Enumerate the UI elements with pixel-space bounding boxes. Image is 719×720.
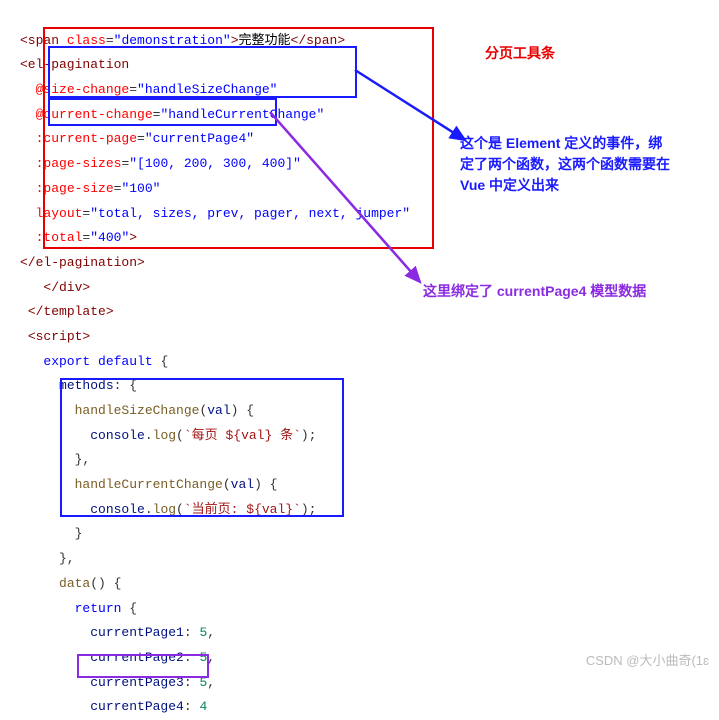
- code-token: @current-change: [36, 107, 153, 122]
- code-token: methods: [59, 378, 114, 393]
- code-token: 完整功能: [239, 33, 291, 48]
- code-token: `当前页: ${val}`: [184, 502, 301, 517]
- code-token: 5: [199, 675, 207, 690]
- code-token: currentPage4: [90, 699, 184, 714]
- code-token: </el-pagination>: [20, 255, 145, 270]
- code-token: export: [43, 354, 90, 369]
- code-token: currentPage2: [90, 650, 184, 665]
- code-block: <span class="demonstration">完整功能</span> …: [0, 0, 719, 720]
- code-token: data: [59, 576, 90, 591]
- code-token: :current-page: [36, 131, 137, 146]
- code-token: val: [231, 477, 254, 492]
- code-token: <script>: [28, 329, 90, 344]
- code-token: currentPage1: [90, 625, 184, 640]
- code-token: "400": [90, 230, 129, 245]
- code-token: "100": [121, 181, 160, 196]
- code-token: class: [67, 33, 106, 48]
- code-token: "[100, 200, 300, 400]": [129, 156, 301, 171]
- code-token: :page-sizes: [36, 156, 122, 171]
- code-token: `每页 ${val} 条`: [184, 428, 301, 443]
- code-token: 4: [199, 699, 207, 714]
- code-token: log: [153, 428, 176, 443]
- code-token: handleSizeChange: [75, 403, 200, 418]
- annotation-events: 这个是 Element 定义的事件，绑定了两个函数，这两个函数需要在 Vue 中…: [460, 133, 675, 196]
- code-token: "handleCurrentChange": [160, 107, 324, 122]
- code-token: return: [75, 601, 122, 616]
- code-token: "total, sizes, prev, pager, next, jumper…: [90, 206, 410, 221]
- code-token: </span>: [291, 33, 346, 48]
- annotation-currentpage4: 这里绑定了 currentPage4 模型数据: [423, 281, 683, 302]
- code-token: 5: [199, 650, 207, 665]
- code-token: </template>: [28, 304, 114, 319]
- annotation-title: 分页工具条: [485, 40, 555, 67]
- code-token: @size-change: [36, 82, 130, 97]
- code-token: handleCurrentChange: [75, 477, 223, 492]
- code-token: </div>: [43, 280, 90, 295]
- code-token: 5: [199, 625, 207, 640]
- code-token: default: [98, 354, 153, 369]
- code-token: "demonstration": [114, 33, 231, 48]
- code-token: "handleSizeChange": [137, 82, 277, 97]
- code-token: "currentPage4": [145, 131, 254, 146]
- code-token: console: [90, 502, 145, 517]
- code-token: console: [90, 428, 145, 443]
- code-token: :total: [36, 230, 83, 245]
- code-token: <el-pagination: [20, 57, 129, 72]
- code-token: log: [153, 502, 176, 517]
- watermark: CSDN @大小曲奇(1ɛ: [586, 649, 709, 674]
- code-token: layout: [36, 206, 83, 221]
- code-token: <span: [20, 33, 59, 48]
- code-token: val: [207, 403, 230, 418]
- code-token: currentPage3: [90, 675, 184, 690]
- code-token: :page-size: [36, 181, 114, 196]
